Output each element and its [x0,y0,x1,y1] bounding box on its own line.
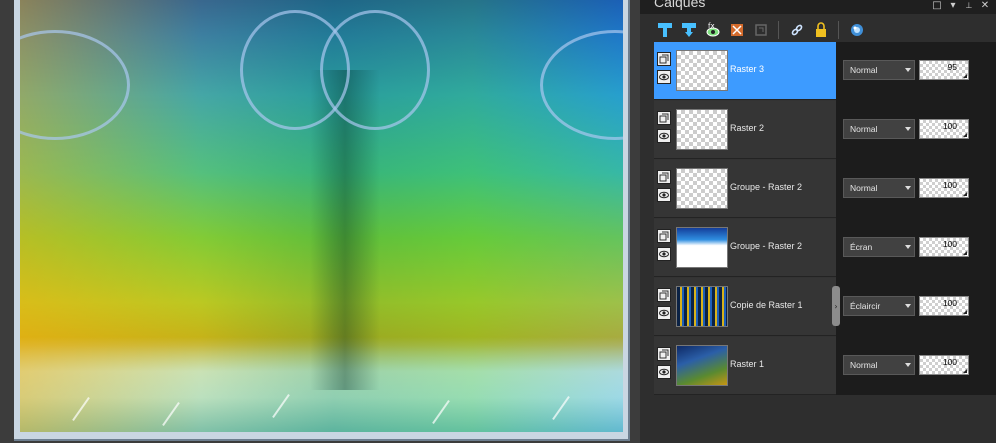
eye-icon[interactable] [657,247,671,261]
chevron-down-icon [905,127,911,131]
new-vector-layer-icon[interactable] [678,19,700,41]
blend-mode-value: Normal [850,124,878,134]
layer-properties-row: Normal 95 [836,42,996,100]
eye-icon[interactable] [657,365,671,379]
layer-group-toggle-icon[interactable] [657,288,671,302]
layer-group-toggle-icon[interactable] [657,52,671,66]
eye-icon[interactable] [657,188,671,202]
opacity-value: 100 [942,180,957,190]
layer-group-toggle-icon[interactable] [657,170,671,184]
layers-panel: Calques □ ▾ ⊥ ✕ fx Raster 3 Raster 2 Gro… [640,0,996,443]
layer-row[interactable]: Raster 3 [654,42,836,100]
opacity-slider-icon[interactable] [963,133,967,137]
layer-properties-row: Normal 100 [836,337,996,395]
layer-row[interactable]: Raster 2 [654,101,836,159]
lock-layer-icon[interactable] [810,19,832,41]
blend-mode-select[interactable]: Normal [843,60,915,80]
opacity-field[interactable]: 100 [919,237,969,257]
layer-group-toggle-icon[interactable] [657,229,671,243]
blend-mode-value: Normal [850,360,878,370]
pin-icon[interactable]: ⊥ [962,0,976,12]
panel-bottom-area [654,395,996,443]
opacity-value: 95 [947,62,957,72]
layer-name[interactable]: Groupe - Raster 2 [730,241,802,251]
opacity-field[interactable]: 100 [919,355,969,375]
chevron-down-icon [905,186,911,190]
layer-thumbnail[interactable] [676,168,728,209]
layer-name[interactable]: Raster 1 [730,359,764,369]
layer-thumbnail[interactable] [676,50,728,91]
layer-thumbnail[interactable] [676,345,728,386]
layer-properties-row: Écran 100 [836,219,996,277]
layer-name[interactable]: Groupe - Raster 2 [730,182,802,192]
layer-row[interactable]: Raster 1 [654,337,836,395]
opacity-slider-icon[interactable] [963,251,967,255]
restore-icon[interactable]: □ [930,0,944,12]
chevron-down-icon [905,363,911,367]
layer-properties-icon[interactable] [846,19,868,41]
blend-mode-value: Écran [850,242,873,252]
layer-row[interactable]: Copie de Raster 1 [654,278,836,336]
panel-title: Calques [654,0,706,10]
layer-thumbnail[interactable] [676,286,728,327]
layer-name[interactable]: Raster 3 [730,64,764,74]
svg-text:fx: fx [708,22,715,30]
opacity-field[interactable]: 100 [919,119,969,139]
canvas-area[interactable] [0,0,640,443]
opacity-field[interactable]: 100 [919,178,969,198]
blend-mode-value: Normal [850,183,878,193]
blend-mode-select[interactable]: Normal [843,119,915,139]
link-layer-icon[interactable] [786,19,808,41]
layer-thumbnail[interactable] [676,109,728,150]
panel-menu-icon[interactable]: ▾ [946,0,960,12]
eye-icon[interactable] [657,306,671,320]
opacity-value: 100 [942,239,957,249]
opacity-field[interactable]: 95 [919,60,969,80]
opacity-slider-icon[interactable] [963,74,967,78]
opacity-slider-icon[interactable] [963,310,967,314]
layer-name[interactable]: Copie de Raster 1 [730,300,803,310]
new-raster-layer-icon[interactable] [654,19,676,41]
chevron-down-icon [905,68,911,72]
layers-toolbar: fx [654,16,996,44]
duplicate-layer-icon[interactable] [750,19,772,41]
opacity-field[interactable]: 100 [919,296,969,316]
blend-mode-select[interactable]: Éclaircir [843,296,915,316]
layer-row[interactable]: Groupe - Raster 2 [654,219,836,277]
blend-mode-value: Normal [850,65,878,75]
layer-properties-row: Éclaircir 100 [836,278,996,336]
chevron-down-icon [905,245,911,249]
delete-layer-icon[interactable] [726,19,748,41]
layer-row[interactable]: Groupe - Raster 2 [654,160,836,218]
opacity-slider-icon[interactable] [963,192,967,196]
layer-thumbnail[interactable] [676,227,728,268]
layer-properties-column: Normal 95 Normal 100 Normal 100 Écran 10… [836,42,996,395]
image-arch-center-right [320,10,430,130]
panel-splitter-handle[interactable]: › [832,286,840,326]
eye-icon[interactable] [657,129,671,143]
layer-group-toggle-icon[interactable] [657,347,671,361]
blend-mode-select[interactable]: Normal [843,355,915,375]
eye-icon[interactable] [657,70,671,84]
canvas-image[interactable] [20,0,623,432]
panel-titlebar[interactable]: Calques □ ▾ ⊥ ✕ [640,0,996,14]
opacity-value: 100 [942,121,957,131]
blend-mode-select[interactable]: Écran [843,237,915,257]
blend-mode-select[interactable]: Normal [843,178,915,198]
layer-list: Raster 3 Raster 2 Groupe - Raster 2 Grou… [654,42,836,395]
app-window: Calques □ ▾ ⊥ ✕ fx Raster 3 Raster 2 Gro… [0,0,996,443]
opacity-value: 100 [942,357,957,367]
layer-properties-row: Normal 100 [836,160,996,218]
close-icon[interactable]: ✕ [978,0,992,12]
opacity-value: 100 [942,298,957,308]
new-mask-layer-icon[interactable]: fx [702,19,724,41]
toolbar-separator [778,21,779,39]
toolbar-separator [838,21,839,39]
layer-group-toggle-icon[interactable] [657,111,671,125]
opacity-slider-icon[interactable] [963,369,967,373]
layer-name[interactable]: Raster 2 [730,123,764,133]
blend-mode-value: Éclaircir [850,301,881,311]
layer-properties-row: Normal 100 [836,101,996,159]
chevron-down-icon [905,304,911,308]
